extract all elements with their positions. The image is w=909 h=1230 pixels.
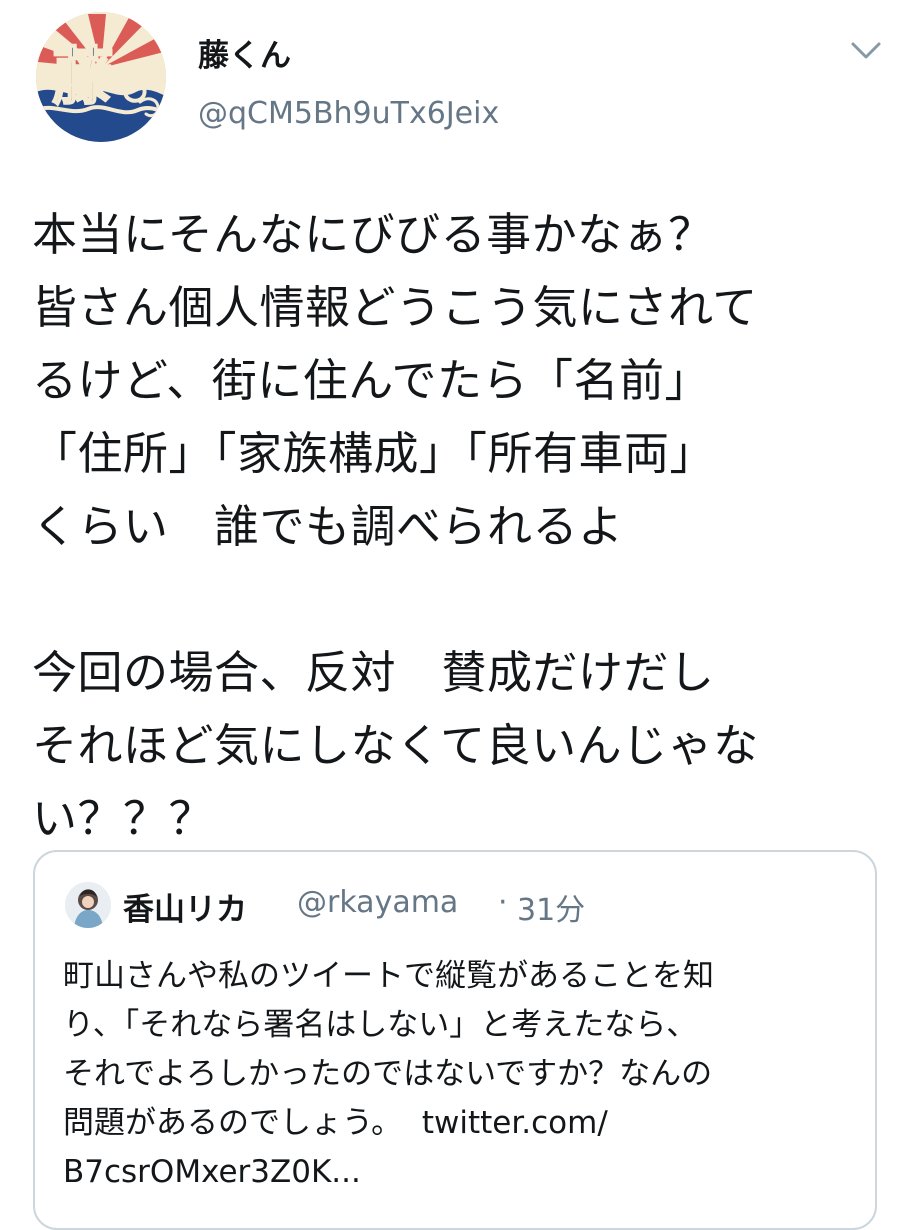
- tweet-text-line: 皆さん個人情報どうこう気にされて: [32, 281, 758, 334]
- tweet-header: 藤 藤くん @qCM5Bh9uTx6Jeix: [0, 0, 909, 180]
- profile-photo-icon: [65, 882, 111, 928]
- quoted-tweet-text: 町山さんや私のツイートで縦覧があることを知 り、「それなら署名はしない」と考えた…: [63, 952, 863, 1197]
- tweet-text-line: 「住所」「家族構成」「所有車両」: [32, 427, 716, 480]
- tweet-menu-button[interactable]: [848, 36, 884, 64]
- quoted-tweet-card[interactable]: 香山リカ @rkayama · 31分 町山さんや私のツイートで縦覧があることを…: [33, 850, 877, 1230]
- tweet-text-line: くらい 誰でも調べられるよ: [32, 500, 624, 553]
- quoted-tweet-line: 問題があるのでしょう。 twitter.com/: [63, 1099, 863, 1148]
- quoted-tweet-line: り、「それなら署名はしない」と考えたなら、: [63, 1007, 698, 1043]
- quoted-tweet-line: それでよろしかったのではないですか？なんの: [63, 1056, 713, 1092]
- fuji-kanji-wave-avatar-icon: 藤: [36, 12, 166, 142]
- quoted-author-avatar[interactable]: [65, 882, 111, 928]
- tweet-text-line: それほど気にしなくて良いんじゃな: [32, 719, 759, 772]
- tweet-text-line: るけど、街に住んでたら「名前」: [32, 354, 711, 407]
- tweet-text-line: 今回の場合、反対 賛成だけだし: [32, 646, 715, 699]
- quoted-tweet-line[interactable]: B7csrOMxer3Z0K...: [63, 1148, 863, 1197]
- quoted-tweet-line-text: 問題があるのでしょう。: [63, 1105, 403, 1141]
- author-display-name[interactable]: 藤くん: [198, 30, 291, 75]
- quoted-tweet-timestamp[interactable]: 31分: [517, 885, 585, 929]
- quoted-author-display-name[interactable]: 香山リカ: [123, 884, 247, 929]
- tweet-text-line: [32, 563, 894, 636]
- tweet-text: 本当にそんなにびびる事かなぁ？ 皆さん個人情報どうこう気にされて るけど、街に住…: [32, 198, 894, 855]
- quoted-tweet-link[interactable]: twitter.com/: [422, 1105, 608, 1141]
- tweet-text-line: い？？？: [32, 792, 215, 845]
- svg-text:藤: 藤: [52, 40, 114, 113]
- tweet-text-line: 本当にそんなにびびる事かなぁ？: [32, 208, 714, 261]
- chevron-down-icon: [851, 42, 881, 59]
- user-avatar[interactable]: 藤: [36, 12, 166, 142]
- meta-separator: ·: [498, 885, 508, 920]
- author-handle[interactable]: @qCM5Bh9uTx6Jeix: [198, 96, 499, 131]
- quoted-author-handle[interactable]: @rkayama: [297, 885, 458, 920]
- quoted-tweet-line: 町山さんや私のツイートで縦覧があることを知: [63, 958, 714, 994]
